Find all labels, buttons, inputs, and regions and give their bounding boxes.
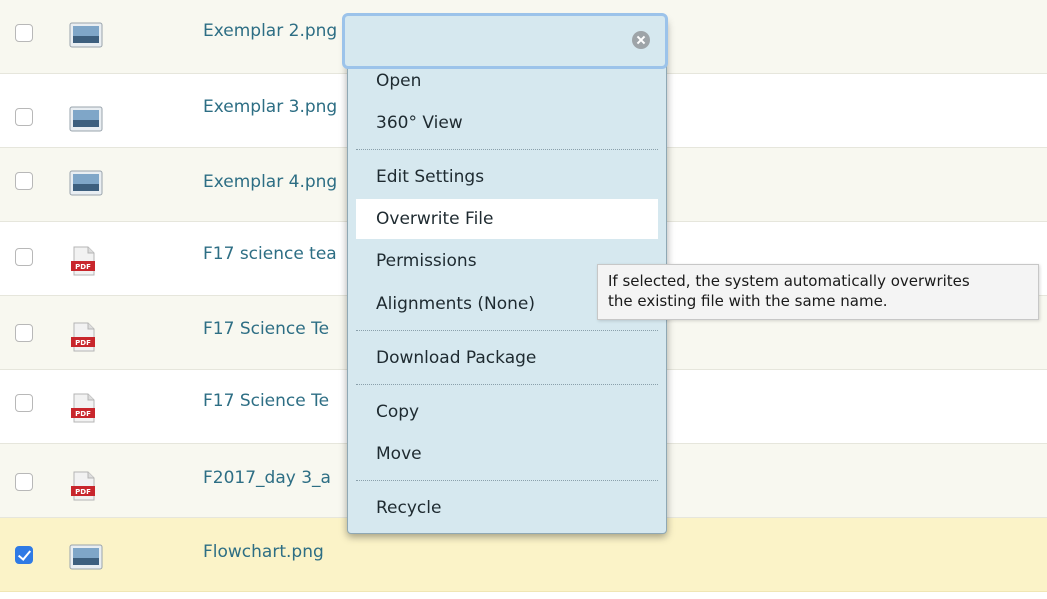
file-browser: Exemplar 2.png Exemplar 3.png Exemplar 4… xyxy=(0,0,1047,599)
svg-text:PDF: PDF xyxy=(75,339,91,347)
row-checkbox[interactable] xyxy=(15,108,33,126)
pdf-file-icon: PDF xyxy=(71,322,95,352)
file-name-link[interactable]: Exemplar 3.png xyxy=(203,97,337,117)
menu-item-open[interactable]: Open xyxy=(356,61,658,101)
file-name-link[interactable]: F17 science tea xyxy=(203,244,337,264)
row-checkbox[interactable] xyxy=(15,248,33,266)
file-name-link[interactable]: Exemplar 2.png xyxy=(203,21,337,41)
row-checkbox[interactable] xyxy=(15,172,33,190)
row-checkbox[interactable] xyxy=(15,546,33,564)
menu-divider xyxy=(356,480,658,481)
menu-item-download-package[interactable]: Download Package xyxy=(356,338,658,378)
svg-text:PDF: PDF xyxy=(75,263,91,271)
tooltip-line: If selected, the system automatically ov… xyxy=(608,272,970,290)
menu-search-input[interactable] xyxy=(355,26,619,56)
pdf-file-icon: PDF xyxy=(71,246,95,276)
svg-text:PDF: PDF xyxy=(75,488,91,496)
file-name-link[interactable]: F2017_day 3_a xyxy=(203,468,331,488)
menu-divider xyxy=(356,149,658,150)
row-checkbox[interactable] xyxy=(15,394,33,412)
pdf-file-icon: PDF xyxy=(71,393,95,423)
image-file-icon xyxy=(69,544,103,570)
file-name-link[interactable]: Exemplar 4.png xyxy=(203,172,337,192)
row-checkbox[interactable] xyxy=(15,473,33,491)
file-name-link[interactable]: Flowchart.png xyxy=(203,542,324,562)
row-checkbox[interactable] xyxy=(15,324,33,342)
file-name-link[interactable]: F17 Science Te xyxy=(203,319,329,339)
row-checkbox[interactable] xyxy=(15,24,33,42)
file-name-link[interactable]: F17 Science Te xyxy=(203,391,329,411)
svg-text:PDF: PDF xyxy=(75,410,91,418)
menu-item-overwrite-file[interactable]: Overwrite File xyxy=(356,199,658,239)
menu-item-360-view[interactable]: 360° View xyxy=(356,103,658,143)
menu-item-move[interactable]: Move xyxy=(356,434,658,474)
image-file-icon xyxy=(69,106,103,132)
menu-divider xyxy=(356,384,658,385)
overwrite-tooltip: If selected, the system automatically ov… xyxy=(597,264,1039,320)
pdf-file-icon: PDF xyxy=(71,471,95,501)
menu-item-recycle[interactable]: Recycle xyxy=(356,488,658,528)
menu-item-edit-settings[interactable]: Edit Settings xyxy=(356,157,658,197)
image-file-icon xyxy=(69,170,103,196)
image-file-icon xyxy=(69,22,103,48)
clear-icon[interactable] xyxy=(632,31,650,49)
menu-divider xyxy=(356,330,658,331)
menu-item-copy[interactable]: Copy xyxy=(356,392,658,432)
tooltip-line: the existing file with the same name. xyxy=(608,292,888,310)
